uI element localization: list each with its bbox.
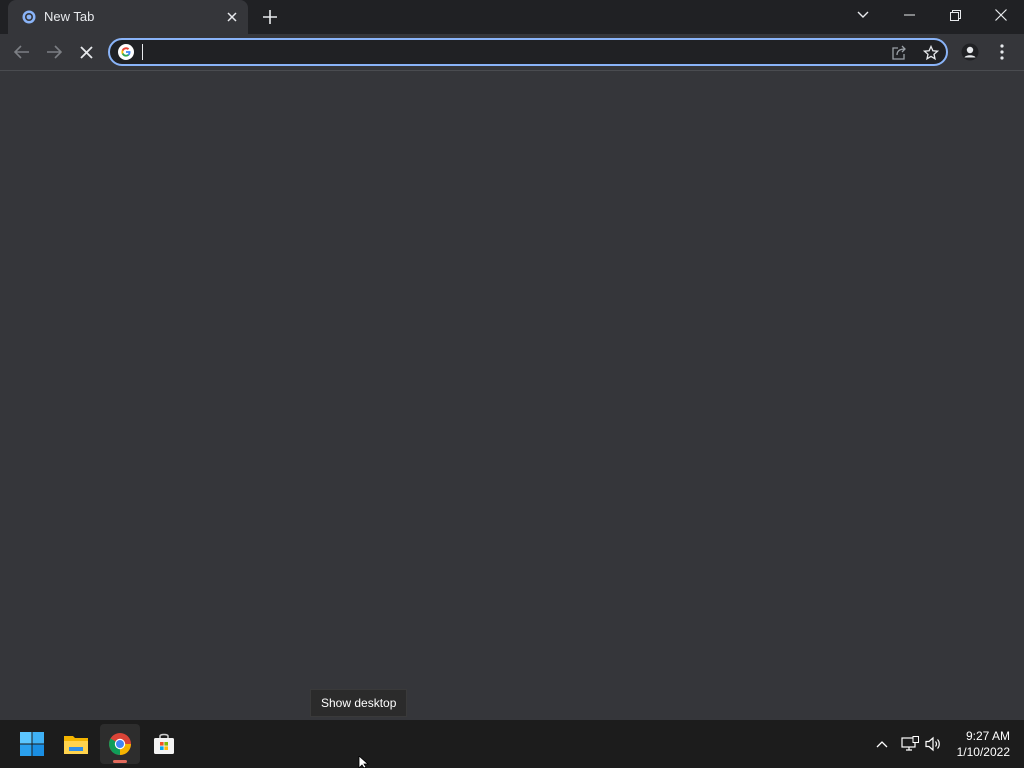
file-explorer-button[interactable] <box>56 724 96 764</box>
stop-button[interactable] <box>72 38 100 66</box>
address-bar[interactable] <box>108 38 948 66</box>
browser-toolbar <box>0 34 1024 71</box>
tab-strip: New Tab <box>0 0 1024 34</box>
tab-title: New Tab <box>44 9 95 24</box>
restore-button[interactable] <box>932 0 978 30</box>
tab-new-tab[interactable]: New Tab <box>8 0 248 34</box>
chrome-newtab-icon <box>22 10 36 24</box>
new-tab-button[interactable] <box>258 5 282 29</box>
taskbar: 9:27 AM 1/10/2022 <box>0 720 1024 768</box>
clock-date: 1/10/2022 <box>956 745 1010 759</box>
share-icon[interactable] <box>890 44 908 62</box>
mouse-cursor-icon <box>358 756 370 768</box>
store-icon <box>154 733 174 754</box>
network-icon[interactable] <box>900 734 920 754</box>
menu-button[interactable] <box>988 38 1016 66</box>
minimize-button[interactable] <box>886 0 932 30</box>
tab-close-icon[interactable] <box>224 9 240 25</box>
page-content <box>0 71 1024 720</box>
star-icon[interactable] <box>922 44 940 62</box>
folder-icon <box>64 736 88 754</box>
profile-button[interactable] <box>956 38 984 66</box>
volume-icon[interactable] <box>923 734 943 754</box>
google-icon <box>118 44 134 60</box>
system-clock[interactable]: 9:27 AM 1/10/2022 <box>946 728 1010 760</box>
chrome-icon <box>109 733 131 755</box>
clock-time: 9:27 AM <box>965 729 1010 743</box>
tab-search-button[interactable] <box>840 0 886 30</box>
windows-logo-icon <box>20 732 44 756</box>
back-button[interactable] <box>8 38 36 66</box>
text-caret <box>142 44 143 60</box>
show-desktop-tooltip: Show desktop <box>310 689 408 717</box>
active-app-indicator <box>113 760 127 763</box>
forward-button[interactable] <box>40 38 68 66</box>
microsoft-store-button[interactable] <box>144 724 184 764</box>
chrome-taskbar-button[interactable] <box>100 724 140 764</box>
window-close-button[interactable] <box>978 0 1024 30</box>
chevron-up-icon[interactable] <box>872 734 892 754</box>
start-button[interactable] <box>12 724 52 764</box>
address-input[interactable] <box>142 42 872 62</box>
